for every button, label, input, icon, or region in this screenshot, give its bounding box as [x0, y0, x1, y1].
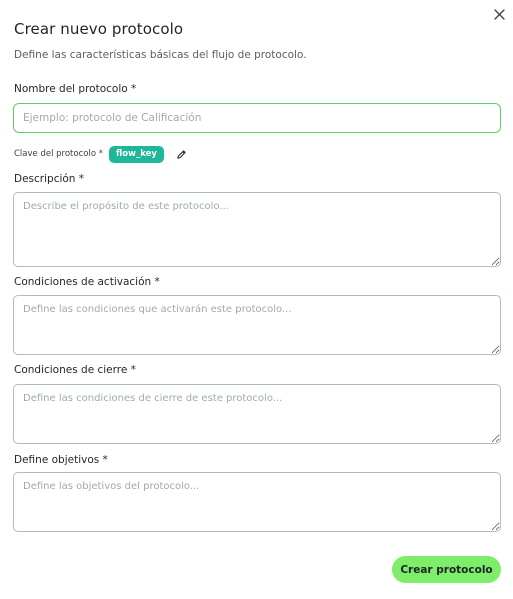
objectives-textarea[interactable] — [13, 472, 501, 532]
closing-conditions-label: Condiciones de cierre * — [14, 364, 136, 376]
protocol-name-input[interactable] — [13, 103, 501, 133]
description-label: Descripción * — [14, 173, 85, 185]
close-button[interactable] — [490, 5, 508, 23]
activation-conditions-textarea[interactable] — [13, 295, 501, 355]
closing-conditions-textarea[interactable] — [13, 384, 501, 444]
description-textarea[interactable] — [13, 192, 501, 267]
activation-conditions-label: Condiciones de activación * — [14, 276, 160, 288]
protocol-key-badge: flow_key — [108, 145, 164, 163]
edit-key-button[interactable] — [176, 148, 188, 160]
dialog-subtitle: Define las características básicas del f… — [14, 49, 307, 61]
create-protocol-dialog: Crear nuevo protocolo Define las caracte… — [0, 0, 513, 599]
objectives-label: Define objetivos * — [14, 454, 108, 466]
create-protocol-button[interactable]: Crear protocolo — [392, 556, 501, 583]
protocol-key-row: Clave del protocolo * flow_key — [14, 145, 188, 163]
protocol-key-label: Clave del protocolo * — [14, 149, 103, 159]
pencil-icon — [177, 149, 187, 159]
dialog-title: Crear nuevo protocolo — [14, 20, 184, 38]
protocol-name-label: Nombre del protocolo * — [14, 83, 137, 95]
close-icon — [493, 8, 505, 20]
